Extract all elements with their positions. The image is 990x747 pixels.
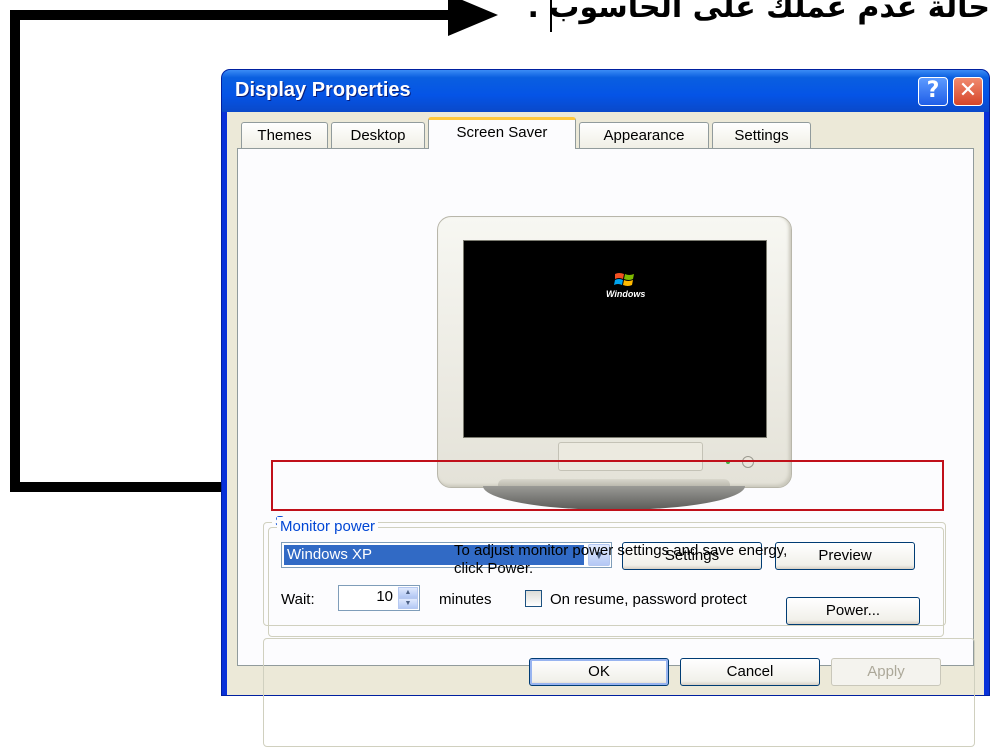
window-title: Display Properties bbox=[235, 79, 411, 101]
arrow-segment-top bbox=[10, 10, 450, 20]
cancel-button[interactable]: Cancel bbox=[680, 658, 820, 686]
windows-logo-icon: Windows bbox=[606, 271, 645, 299]
tab-desktop[interactable]: Desktop bbox=[331, 122, 425, 148]
ok-button[interactable]: OK bbox=[529, 658, 669, 686]
tab-screen-saver[interactable]: Screen Saver bbox=[428, 117, 576, 149]
highlight-box bbox=[271, 460, 944, 511]
text-caret bbox=[550, 0, 552, 32]
monitor-preview: Windows bbox=[437, 216, 792, 488]
tab-settings[interactable]: Settings bbox=[712, 122, 811, 148]
apply-button[interactable]: Apply bbox=[831, 658, 941, 686]
tab-themes[interactable]: Themes bbox=[241, 122, 328, 148]
power-button[interactable]: Power... bbox=[786, 597, 920, 625]
preview-logo-text: Windows bbox=[606, 289, 646, 299]
monitor-power-group bbox=[263, 638, 975, 747]
arrow-segment-vertical bbox=[10, 10, 20, 492]
monitor-power-group-box: Monitor power To adjust monitor power se… bbox=[268, 517, 944, 637]
close-button[interactable]: ✕ bbox=[953, 77, 983, 106]
help-button[interactable]: ? bbox=[918, 77, 948, 106]
annotation-caption: حالة عدم عملك على الحاسوب . bbox=[527, 0, 990, 25]
monitor-power-description-line2: click Power. bbox=[454, 560, 534, 577]
monitor-power-legend: Monitor power bbox=[277, 517, 379, 537]
monitor-power-description-line1: To adjust monitor power settings and sav… bbox=[454, 542, 788, 559]
tab-appearance[interactable]: Appearance bbox=[579, 122, 709, 148]
preview-screen: Windows bbox=[463, 240, 767, 438]
title-bar[interactable]: Display Properties ? ✕ bbox=[222, 70, 989, 112]
arrowhead-icon bbox=[448, 0, 498, 36]
